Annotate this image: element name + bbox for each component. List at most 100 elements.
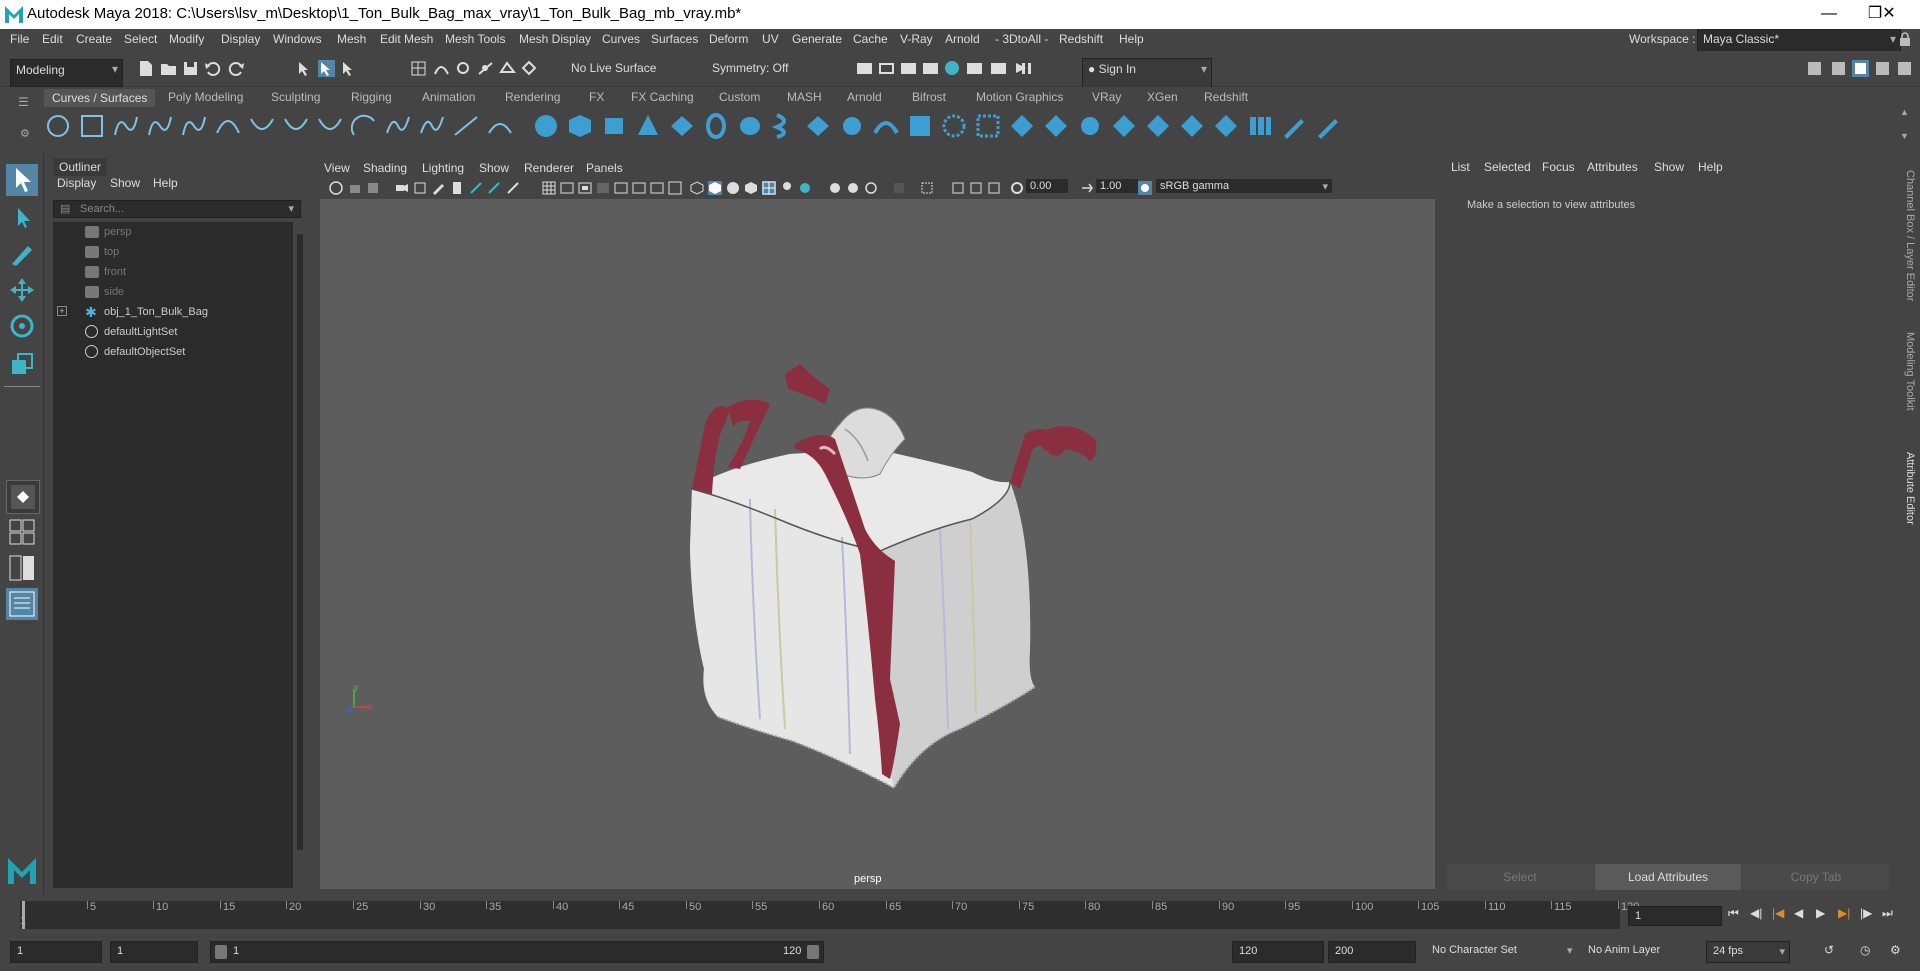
attr-menu-selected[interactable]: Selected bbox=[1484, 160, 1531, 174]
side-tab-modeling-toolkit[interactable]: Modeling Toolkit bbox=[1904, 332, 1916, 411]
paint-brush-icon[interactable] bbox=[1315, 113, 1341, 139]
wireframe-cube-icon[interactable] bbox=[690, 181, 704, 195]
depth-of-field-icon[interactable] bbox=[864, 181, 878, 195]
sculpt-brush-icon[interactable] bbox=[1281, 113, 1307, 139]
fps-dropdown[interactable]: 24 fps ▾ bbox=[1706, 941, 1790, 963]
multisample-aa-icon[interactable] bbox=[846, 181, 860, 195]
gamma-icon[interactable] bbox=[1080, 181, 1094, 195]
shelf-settings-icon[interactable]: ⚙ bbox=[20, 127, 30, 140]
snap-surface-icon[interactable] bbox=[499, 60, 516, 77]
attr-menu-show[interactable]: Show bbox=[1654, 160, 1684, 174]
cv-curve-icon[interactable] bbox=[113, 113, 139, 139]
anim-start-field[interactable]: 1 bbox=[110, 941, 198, 963]
menu-help[interactable]: Help bbox=[1119, 32, 1144, 46]
viewport-menu-panels[interactable]: Panels bbox=[586, 161, 623, 175]
gate-icon[interactable] bbox=[596, 181, 610, 195]
shelf-tab-animation[interactable]: Animation bbox=[422, 90, 475, 104]
step-back-key-icon[interactable]: ◀| bbox=[1750, 906, 1762, 920]
outliner-menu-display[interactable]: Display bbox=[57, 176, 96, 190]
shelf-tab-fx-caching[interactable]: FX Caching bbox=[631, 90, 694, 104]
xray-icon[interactable] bbox=[920, 181, 934, 195]
menu-edit[interactable]: Edit bbox=[42, 32, 63, 46]
menu-mesh[interactable]: Mesh bbox=[337, 32, 366, 46]
viewport-menu-view[interactable]: View bbox=[324, 161, 350, 175]
play-forwards-icon[interactable]: ▶ bbox=[1816, 906, 1825, 920]
snap-vertex-icon[interactable] bbox=[521, 60, 538, 77]
save-scene-icon[interactable] bbox=[182, 60, 199, 77]
shelf-scroll-up-icon[interactable]: ▲ bbox=[1900, 107, 1909, 117]
attr-menu-attributes[interactable]: Attributes bbox=[1587, 160, 1638, 174]
shadows-icon[interactable] bbox=[780, 181, 794, 195]
sign-in-button[interactable]: ● Sign In ▾ bbox=[1082, 58, 1212, 88]
menu-uv[interactable]: UV bbox=[762, 32, 779, 46]
shelf-tab-bifrost[interactable]: Bifrost bbox=[912, 90, 946, 104]
loft-icon[interactable] bbox=[771, 113, 797, 139]
viewport-menu-show[interactable]: Show bbox=[479, 161, 509, 175]
minimize-icon[interactable]: — bbox=[1806, 2, 1852, 28]
curve-tool-3-icon[interactable] bbox=[317, 113, 343, 139]
outliner-item-front[interactable]: front bbox=[53, 262, 291, 282]
resolution-gate-icon[interactable] bbox=[469, 181, 483, 195]
scene-start-field[interactable]: 1 bbox=[10, 941, 102, 963]
nurbs-torus-icon[interactable] bbox=[703, 113, 729, 139]
nurbs-plane-icon[interactable] bbox=[669, 113, 695, 139]
outliner-item-bulk-bag[interactable]: + ✱ obj_1_Ton_Bulk_Bag bbox=[53, 302, 291, 322]
nurbs-circle-icon[interactable] bbox=[45, 113, 71, 139]
scene-end-field[interactable]: 200 bbox=[1328, 941, 1416, 963]
extend-curve-icon[interactable] bbox=[487, 113, 513, 139]
shelf-tab-mash[interactable]: MASH bbox=[787, 90, 822, 104]
menu-mesh-tools[interactable]: Mesh Tools bbox=[445, 32, 505, 46]
side-tab-channel-box[interactable]: Channel Box / Layer Editor bbox=[1904, 170, 1916, 301]
exposure-icon[interactable] bbox=[1010, 181, 1024, 195]
auto-key-icon[interactable]: ◷ bbox=[1860, 943, 1870, 957]
anim-layer-dropdown[interactable]: No Anim Layer bbox=[1588, 944, 1660, 956]
frame-selection-icon[interactable] bbox=[650, 181, 664, 195]
viewport-3d-area[interactable]: y x persp bbox=[320, 199, 1435, 889]
layer-editor-icon[interactable] bbox=[1896, 60, 1913, 77]
character-set-dropdown[interactable]: No Character Set bbox=[1432, 944, 1517, 956]
frame-all-icon[interactable] bbox=[632, 181, 646, 195]
play-backwards-icon[interactable]: ◀ bbox=[1794, 906, 1803, 920]
menu-edit-mesh[interactable]: Edit Mesh bbox=[380, 32, 433, 46]
menu-3dtoall[interactable]: - 3DtoAll - bbox=[995, 32, 1048, 46]
ipr-render-icon[interactable] bbox=[900, 60, 917, 77]
hypershade-icon[interactable] bbox=[944, 60, 961, 77]
redo-icon[interactable] bbox=[228, 60, 245, 77]
2d-pan-zoom-icon[interactable] bbox=[413, 181, 427, 195]
detach-surfaces-icon[interactable] bbox=[1213, 113, 1239, 139]
snap-point-icon[interactable] bbox=[455, 60, 472, 77]
backface-culling-icon[interactable] bbox=[987, 181, 1001, 195]
open-scene-icon[interactable] bbox=[160, 60, 177, 77]
attr-menu-focus[interactable]: Focus bbox=[1542, 160, 1575, 174]
ep-curve-icon[interactable] bbox=[147, 113, 173, 139]
image-plane-icon[interactable] bbox=[395, 181, 409, 195]
wireframe-on-shaded-icon[interactable] bbox=[726, 181, 740, 195]
textured-icon[interactable] bbox=[744, 181, 758, 195]
use-all-lights-icon[interactable] bbox=[762, 181, 776, 195]
render-frame-icon[interactable] bbox=[878, 60, 895, 77]
outliner-layout-icon[interactable] bbox=[6, 588, 38, 620]
extrude-icon[interactable] bbox=[839, 113, 865, 139]
menu-arnold[interactable]: Arnold bbox=[945, 32, 980, 46]
nurbs-cylinder-icon[interactable] bbox=[601, 113, 627, 139]
shelf-scroll-down-icon[interactable]: ▼ bbox=[1900, 131, 1909, 141]
shelf-tab-xgen[interactable]: XGen bbox=[1147, 90, 1178, 104]
shelf-menu-icon[interactable]: ☰ bbox=[18, 95, 29, 109]
shelf-tab-vray[interactable]: VRay bbox=[1092, 90, 1121, 104]
attr-menu-help[interactable]: Help bbox=[1698, 160, 1723, 174]
menu-mesh-display[interactable]: Mesh Display bbox=[519, 32, 591, 46]
shelf-tab-motion-graphics[interactable]: Motion Graphics bbox=[976, 90, 1063, 104]
expand-icon[interactable]: + bbox=[57, 306, 67, 316]
range-bar[interactable]: 1 120 bbox=[210, 941, 824, 963]
nurbs-cube-icon[interactable] bbox=[567, 113, 593, 139]
shelf-tab-redshift[interactable]: Redshift bbox=[1204, 90, 1248, 104]
snap-view-icon[interactable] bbox=[477, 60, 494, 77]
select-by-object-icon[interactable] bbox=[318, 60, 335, 77]
tool-settings-icon[interactable] bbox=[1874, 60, 1891, 77]
nurbs-square-icon[interactable] bbox=[79, 113, 105, 139]
curve-tool-2-icon[interactable] bbox=[283, 113, 309, 139]
pencil-curve-icon[interactable] bbox=[181, 113, 207, 139]
scale-tool-icon[interactable] bbox=[6, 348, 38, 380]
xray-joints-icon[interactable] bbox=[951, 181, 965, 195]
go-to-end-icon[interactable]: ⏭ bbox=[1882, 906, 1893, 921]
